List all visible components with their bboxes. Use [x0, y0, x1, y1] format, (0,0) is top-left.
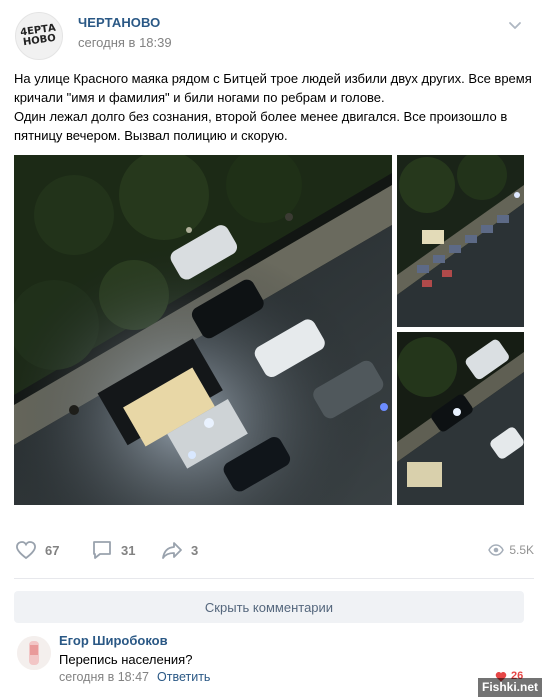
watermark: Fishki.net [478, 678, 543, 697]
post-card: 4ЕРТА НОВО ЧЕРТАНОВО сегодня в 18:39 На … [0, 0, 548, 699]
heart-icon [16, 541, 36, 560]
share-count: 3 [191, 542, 199, 558]
group-avatar[interactable]: 4ЕРТА НОВО [15, 12, 63, 60]
like-button[interactable]: 67 [14, 538, 59, 562]
photo-main[interactable] [14, 155, 392, 505]
comment-time[interactable]: сегодня в 18:47 [59, 670, 149, 684]
chevron-down-icon[interactable] [508, 18, 522, 32]
views-count: 5.5K [509, 543, 534, 557]
divider [14, 578, 534, 579]
hide-comments-button[interactable]: Скрыть комментарии [14, 591, 524, 623]
post-actions: 67 31 3 5.5K [14, 538, 534, 562]
comment-text: Перепись населения? [59, 652, 193, 667]
group-logo-text: 4ЕРТА НОВО [19, 22, 57, 49]
comment-count: 31 [121, 542, 136, 558]
views-counter: 5.5K [488, 538, 534, 562]
like-count: 67 [45, 542, 60, 558]
photo-grid [14, 155, 524, 505]
comment-button[interactable]: 31 [90, 538, 135, 562]
comment-avatar[interactable] [17, 636, 51, 670]
post-time[interactable]: сегодня в 18:39 [78, 35, 172, 50]
photo-tertiary[interactable] [397, 332, 524, 505]
eye-icon [488, 544, 505, 556]
post-text: На улице Красного маяка рядом с Битцей т… [14, 69, 534, 145]
photo-secondary[interactable] [397, 155, 524, 327]
post-paragraph: На улице Красного маяка рядом с Битцей т… [14, 71, 532, 105]
share-button[interactable]: 3 [160, 538, 198, 562]
group-name-link[interactable]: ЧЕРТАНОВО [78, 15, 160, 30]
post-paragraph: Один лежал долго без сознания, второй бо… [14, 109, 508, 143]
comment-bubble-icon [93, 541, 111, 559]
reply-button[interactable]: Ответить [157, 670, 210, 684]
comment-author[interactable]: Егор Широбоков [59, 633, 168, 648]
share-arrow-icon [162, 542, 182, 559]
